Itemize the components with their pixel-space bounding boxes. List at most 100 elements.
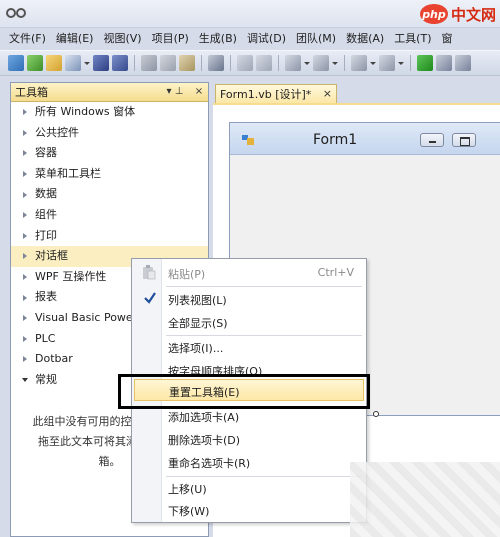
category-label: 公共控件	[35, 125, 79, 139]
category-label: 打印	[35, 228, 57, 242]
chevron-down-icon[interactable]	[304, 55, 310, 71]
toolbox-category[interactable]: 容器	[11, 143, 208, 164]
menu-tools[interactable]: 工具(T)	[389, 29, 436, 49]
collapse-arrow-icon	[21, 375, 31, 385]
tab-label: Form1.vb [设计]*	[220, 88, 312, 101]
undo-icon[interactable]	[285, 55, 301, 71]
chevron-down-icon[interactable]	[84, 55, 90, 71]
blurred-region	[350, 462, 500, 537]
navigate-back-icon[interactable]	[351, 55, 367, 71]
clipboard-icon	[143, 265, 156, 280]
menu-item-label: 列表视图(L)	[168, 294, 227, 307]
category-label: 组件	[35, 207, 57, 221]
watermark-text: 中文网	[450, 5, 496, 24]
menu-item-choose-items[interactable]: 选择项(I)...	[134, 336, 364, 358]
toolbox-category[interactable]: 公共控件	[11, 123, 208, 144]
resize-handle[interactable]	[373, 411, 379, 417]
form-icon	[242, 135, 254, 145]
expand-arrow-icon	[21, 334, 31, 344]
toolbox-category[interactable]: 菜单和工具栏	[11, 164, 208, 185]
close-icon[interactable]: ×	[192, 85, 206, 99]
category-label: 对话框	[35, 249, 68, 263]
category-label: 所有 Windows 窗体	[35, 105, 136, 118]
copy-icon[interactable]	[160, 55, 176, 71]
menu-item-list-view[interactable]: 列表视图(L)	[134, 288, 364, 310]
menu-project[interactable]: 项目(P)	[147, 29, 194, 49]
expand-arrow-icon	[21, 169, 31, 179]
expand-arrow-icon	[21, 251, 31, 261]
expand-arrow-icon	[21, 190, 31, 200]
find-icon[interactable]	[208, 55, 224, 71]
category-label: 数据	[35, 187, 57, 201]
menu-item-show-all[interactable]: 全部显示(S)	[134, 311, 364, 333]
toolbar-separator	[344, 55, 345, 71]
uncomment-icon[interactable]	[256, 55, 272, 71]
toolbox-category[interactable]: 打印	[11, 226, 208, 247]
form1-title: Form1	[313, 132, 358, 148]
menu-bar: 文件(F) 编辑(E) 视图(V) 项目(P) 生成(B) 调试(D) 团队(M…	[0, 28, 500, 50]
menu-item-paste[interactable]: 粘贴(P) Ctrl+V	[134, 262, 364, 284]
toolbox-title: 工具箱	[15, 86, 48, 99]
menu-view[interactable]: 视图(V)	[98, 29, 146, 49]
tab-form1-design[interactable]: Form1.vb [设计]* ×	[215, 84, 337, 103]
comment-icon[interactable]	[237, 55, 253, 71]
toolbox-header: 工具箱 ▾ ⊥ ×	[11, 83, 208, 102]
menu-item-move-up[interactable]: 上移(U)	[134, 477, 364, 499]
menu-item-shortcut: Ctrl+V	[317, 266, 354, 279]
category-label: 报表	[35, 290, 57, 304]
toolbar-separator	[230, 55, 231, 71]
menu-separator	[166, 286, 362, 287]
menu-team[interactable]: 团队(M)	[291, 29, 341, 49]
visual-studio-icon	[6, 8, 26, 18]
start-debug-icon[interactable]	[417, 55, 433, 71]
menu-item-label: 删除选项卡(D)	[168, 434, 241, 447]
menu-file[interactable]: 文件(F)	[4, 29, 51, 49]
chevron-down-icon[interactable]	[370, 55, 376, 71]
window-icon[interactable]	[65, 55, 81, 71]
open-folder-icon[interactable]	[46, 55, 62, 71]
pause-icon[interactable]	[436, 55, 452, 71]
checkmark-icon	[144, 292, 156, 304]
save-icon[interactable]	[93, 55, 109, 71]
redo-icon[interactable]	[313, 55, 329, 71]
expand-arrow-icon	[21, 231, 31, 241]
toolbox-category[interactable]: 所有 Windows 窗体	[11, 102, 208, 123]
menu-debug[interactable]: 调试(D)	[242, 29, 291, 49]
menu-item-label: 添加选项卡(A)	[168, 411, 240, 424]
add-item-icon[interactable]	[27, 55, 43, 71]
paste-icon[interactable]	[179, 55, 195, 71]
menu-data[interactable]: 数据(A)	[341, 29, 389, 49]
expand-arrow-icon	[21, 272, 31, 282]
form1-titlebar: Form1	[230, 123, 500, 155]
watermark-logo: php	[419, 4, 448, 24]
expand-arrow-icon	[21, 210, 31, 220]
navigate-forward-icon[interactable]	[379, 55, 395, 71]
stop-icon[interactable]	[455, 55, 471, 71]
expand-arrow-icon	[21, 293, 31, 303]
minimize-icon	[420, 133, 444, 147]
menu-window[interactable]: 窗	[437, 29, 458, 49]
menu-item-rename-tab[interactable]: 重命名选项卡(R)	[134, 451, 364, 473]
menu-build[interactable]: 生成(B)	[194, 29, 242, 49]
menu-item-label: 重命名选项卡(R)	[168, 457, 251, 470]
chevron-down-icon[interactable]	[332, 55, 338, 71]
toolbox-category[interactable]: 数据	[11, 184, 208, 205]
expand-arrow-icon	[21, 107, 31, 117]
save-all-icon[interactable]	[112, 55, 128, 71]
watermark: php 中文网	[419, 2, 496, 26]
close-icon[interactable]: ×	[323, 87, 332, 100]
menu-edit[interactable]: 编辑(E)	[51, 29, 99, 49]
maximize-icon	[452, 133, 476, 147]
cut-icon[interactable]	[141, 55, 157, 71]
menu-item-label: 上移(U)	[168, 483, 207, 496]
title-bar: php 中文网	[0, 0, 500, 28]
new-project-icon[interactable]	[8, 55, 24, 71]
menu-item-delete-tab[interactable]: 删除选项卡(D)	[134, 428, 364, 450]
menu-item-label: 粘贴(P)	[168, 268, 206, 281]
chevron-down-icon[interactable]	[398, 55, 404, 71]
menu-item-move-down[interactable]: 下移(W)	[134, 499, 364, 521]
toolbox-category[interactable]: 组件	[11, 205, 208, 226]
menu-item-label: 下移(W)	[168, 505, 210, 518]
pin-icon[interactable]: ▾ ⊥	[163, 85, 187, 99]
annotation-highlight-box	[118, 374, 370, 409]
